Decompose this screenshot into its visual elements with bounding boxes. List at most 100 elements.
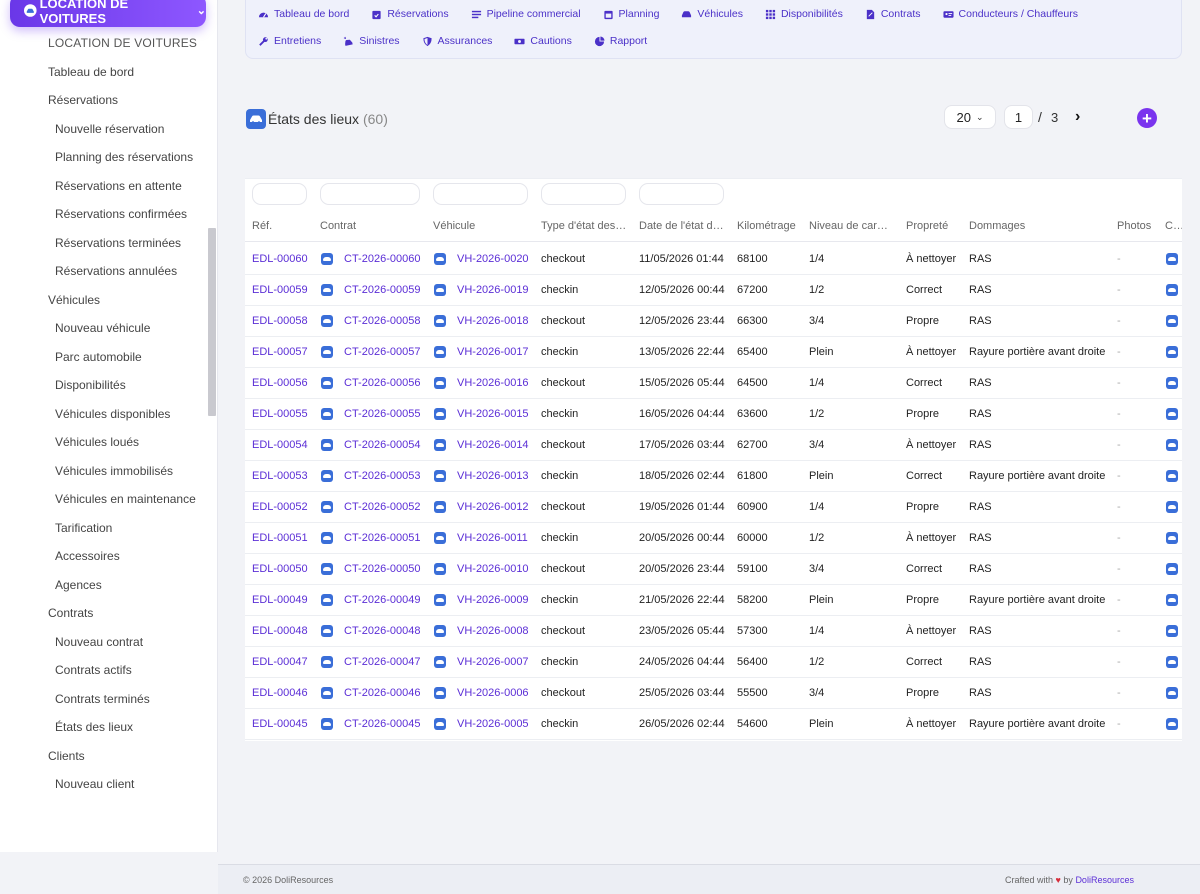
ref-link[interactable]: EDL-00045 (252, 718, 308, 730)
sidebar-item[interactable]: Planning des réservations (0, 143, 206, 172)
contract-link[interactable]: CT-2026-00050 (344, 563, 420, 575)
sidebar-item[interactable]: Accessoires (0, 542, 206, 571)
sidebar-item[interactable]: Contrats (0, 599, 206, 628)
vehicle-link[interactable]: VH-2026-0020 (457, 253, 529, 265)
filter-vehicle-input[interactable] (433, 183, 528, 205)
sidebar-item[interactable]: LOCATION DE VOITURES (0, 29, 206, 58)
table-row[interactable]: EDL-00049 CT-2026-00049 VH-2026-0009 checki… (245, 585, 1182, 616)
top-nav-link[interactable]: Pipeline commercial (471, 8, 581, 20)
contract-link[interactable]: CT-2026-00060 (344, 253, 420, 265)
ref-link[interactable]: EDL-00053 (252, 470, 308, 482)
top-nav-link[interactable]: Réservations (371, 8, 449, 20)
contract-link[interactable]: CT-2026-00059 (344, 284, 420, 296)
top-nav-link[interactable]: Véhicules (681, 8, 743, 20)
ref-link[interactable]: EDL-00049 (252, 594, 308, 606)
table-row[interactable]: EDL-00055 CT-2026-00055 VH-2026-0015 checki… (245, 399, 1182, 430)
table-row[interactable]: EDL-00058 CT-2026-00058 VH-2026-0018 checko… (245, 306, 1182, 337)
sidebar-item[interactable]: Clients (0, 742, 206, 771)
top-nav-link[interactable]: Rapport (594, 35, 647, 47)
sidebar-item[interactable]: Réservations (0, 86, 206, 115)
contract-link[interactable]: CT-2026-00046 (344, 687, 420, 699)
table-row[interactable]: EDL-00060 CT-2026-00060 VH-2026-0020 checko… (245, 244, 1182, 275)
sidebar-item[interactable]: Nouveau client (0, 770, 206, 799)
vehicle-link[interactable]: VH-2026-0007 (457, 656, 529, 668)
top-nav-link[interactable]: Entretiens (258, 35, 321, 47)
ref-link[interactable]: EDL-00051 (252, 532, 308, 544)
top-nav-link[interactable]: Disponibilités (765, 8, 843, 20)
sidebar-item[interactable]: Nouvelle réservation (0, 115, 206, 144)
top-nav-link[interactable]: Sinistres (343, 35, 400, 47)
vehicle-link[interactable]: VH-2026-0013 (457, 470, 529, 482)
table-row[interactable]: EDL-00052 CT-2026-00052 VH-2026-0012 checko… (245, 492, 1182, 523)
column-header[interactable]: Type d'état des lieux (541, 220, 627, 232)
column-header[interactable]: Cha (1165, 220, 1182, 232)
sidebar-item[interactable]: Contrats terminés (0, 685, 206, 714)
contract-link[interactable]: CT-2026-00057 (344, 346, 420, 358)
top-nav-link[interactable]: Contrats (865, 8, 921, 20)
top-nav-link[interactable]: Cautions (514, 35, 572, 47)
table-row[interactable]: EDL-00050 CT-2026-00050 VH-2026-0010 checko… (245, 554, 1182, 585)
vehicle-link[interactable]: VH-2026-0015 (457, 408, 529, 420)
column-header[interactable]: Kilométrage (737, 220, 803, 232)
column-header[interactable]: Contrat (320, 220, 425, 232)
vehicle-link[interactable]: VH-2026-0005 (457, 718, 529, 730)
column-header[interactable]: Niveau de carburant (809, 220, 893, 232)
table-row[interactable]: EDL-00054 CT-2026-00054 VH-2026-0014 checko… (245, 430, 1182, 461)
table-row[interactable]: EDL-00059 CT-2026-00059 VH-2026-0019 checki… (245, 275, 1182, 306)
vehicle-link[interactable]: VH-2026-0009 (457, 594, 529, 606)
contract-link[interactable]: CT-2026-00054 (344, 439, 420, 451)
column-header[interactable]: Photos (1117, 220, 1157, 232)
sidebar-item[interactable]: Contrats actifs (0, 656, 206, 685)
filter-ref-input[interactable] (252, 183, 307, 205)
ref-link[interactable]: EDL-00047 (252, 656, 308, 668)
sidebar-item[interactable]: Nouveau véhicule (0, 314, 206, 343)
table-row[interactable]: EDL-00053 CT-2026-00053 VH-2026-0013 checki… (245, 461, 1182, 492)
table-row[interactable]: EDL-00045 CT-2026-00045 VH-2026-0005 checki… (245, 709, 1182, 740)
table-row[interactable]: EDL-00046 CT-2026-00046 VH-2026-0006 checko… (245, 678, 1182, 709)
top-nav-link[interactable]: Assurances (422, 35, 492, 47)
vehicle-link[interactable]: VH-2026-0012 (457, 501, 529, 513)
sidebar-item[interactable]: Réservations annulées (0, 257, 206, 286)
brand-link[interactable]: DoliResources (1075, 875, 1134, 885)
contract-link[interactable]: CT-2026-00058 (344, 315, 420, 327)
ref-link[interactable]: EDL-00058 (252, 315, 308, 327)
contract-link[interactable]: CT-2026-00055 (344, 408, 420, 420)
filter-contract-input[interactable] (320, 183, 420, 205)
ref-link[interactable]: EDL-00050 (252, 563, 308, 575)
filter-date-input[interactable] (639, 183, 724, 205)
vehicle-link[interactable]: VH-2026-0016 (457, 377, 529, 389)
ref-link[interactable]: EDL-00046 (252, 687, 308, 699)
sidebar-item[interactable]: Nouveau contrat (0, 628, 206, 657)
page-number-input[interactable]: 1 (1004, 105, 1033, 129)
add-button[interactable]: + (1137, 108, 1157, 128)
ref-link[interactable]: EDL-00052 (252, 501, 308, 513)
ref-link[interactable]: EDL-00057 (252, 346, 308, 358)
ref-link[interactable]: EDL-00048 (252, 625, 308, 637)
vehicle-link[interactable]: VH-2026-0014 (457, 439, 529, 451)
sidebar-item[interactable]: Agences (0, 571, 206, 600)
sidebar-item[interactable]: États des lieux (0, 713, 206, 742)
ref-link[interactable]: EDL-00054 (252, 439, 308, 451)
top-nav-link[interactable]: Conducteurs / Chauffeurs (942, 8, 1078, 20)
next-page-button[interactable]: › (1075, 108, 1080, 126)
column-header[interactable]: Date de l'état des lieux (639, 220, 727, 232)
sidebar-item[interactable]: Réservations confirmées (0, 200, 206, 229)
vehicle-link[interactable]: VH-2026-0017 (457, 346, 529, 358)
ref-link[interactable]: EDL-00059 (252, 284, 308, 296)
vehicle-link[interactable]: VH-2026-0010 (457, 563, 529, 575)
sidebar-item[interactable]: Véhicules loués (0, 428, 206, 457)
ref-link[interactable]: EDL-00056 (252, 377, 308, 389)
contract-link[interactable]: CT-2026-00045 (344, 718, 420, 730)
column-header[interactable]: Véhicule (433, 220, 533, 232)
table-row[interactable]: EDL-00047 CT-2026-00047 VH-2026-0007 checki… (245, 647, 1182, 678)
contract-link[interactable]: CT-2026-00047 (344, 656, 420, 668)
module-switcher-button[interactable]: LOCATION DE VOITURES ⌄ (10, 0, 206, 27)
table-row[interactable]: EDL-00051 CT-2026-00051 VH-2026-0011 checki… (245, 523, 1182, 554)
sidebar-item[interactable]: Parc automobile (0, 343, 206, 372)
sidebar-item[interactable]: Véhicules disponibles (0, 400, 206, 429)
sidebar-scrollbar[interactable] (208, 228, 216, 416)
vehicle-link[interactable]: VH-2026-0018 (457, 315, 529, 327)
sidebar-item[interactable]: Disponibilités (0, 371, 206, 400)
sidebar-item[interactable]: Véhicules (0, 286, 206, 315)
contract-link[interactable]: CT-2026-00049 (344, 594, 420, 606)
